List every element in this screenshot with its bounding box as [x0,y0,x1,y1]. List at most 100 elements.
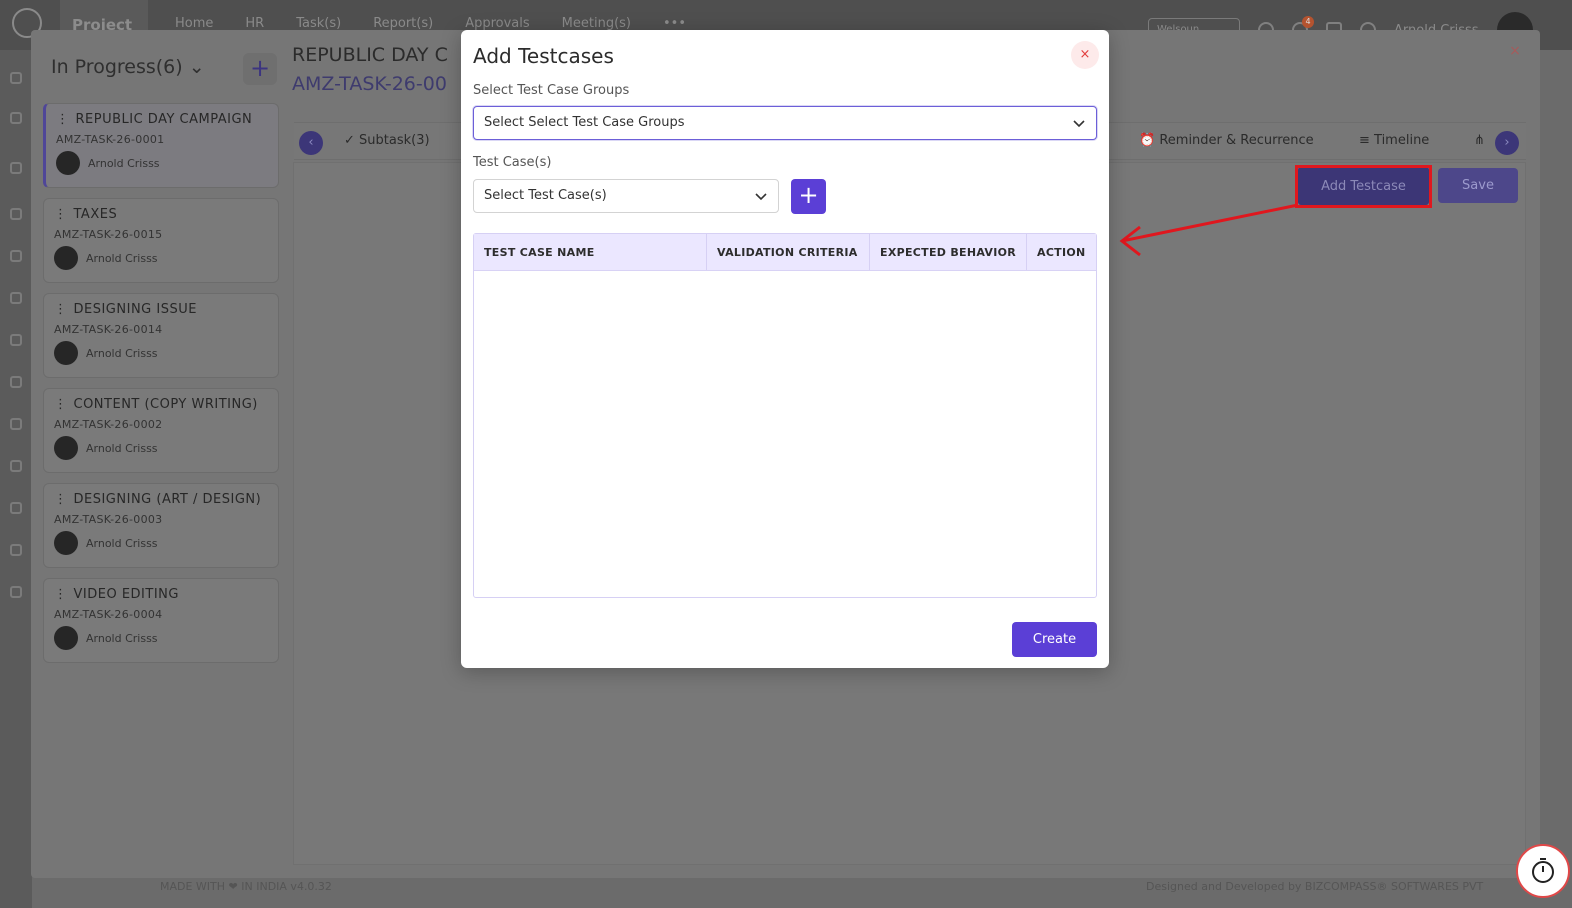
task-title: REPUBLIC DAY C [292,44,448,66]
create-button[interactable]: Create [1012,622,1097,657]
avatar [54,246,78,270]
column-expected-behavior: EXPECTED BEHAVIOR [870,234,1027,270]
avatar [56,151,80,175]
task-card-title: DESIGNING ISSUE [54,302,268,317]
sidebar-icon[interactable] [10,208,22,220]
chevron-down-icon [755,193,767,201]
sidebar-icon[interactable] [10,418,22,430]
task-code: AMZ-TASK-26-00 [292,73,447,95]
test-cases-select[interactable]: Select Test Case(s) [473,179,779,213]
check-circle-icon: ✓ [344,133,360,148]
footer-credits: Designed and Developed by BIZCOMPASS® SO… [1146,880,1484,893]
status-dropdown[interactable]: In Progress(6) ⌄ [51,56,205,78]
timer-button[interactable] [1516,844,1570,898]
task-card-code: AMZ-TASK-26-0003 [54,513,163,526]
tab-reminder-label: Reminder & Recurrence [1159,133,1314,148]
modal-title: Add Testcases [473,44,614,68]
branch-icon[interactable]: ⋔ [1474,133,1485,148]
task-card-assignee: Arnold Crisss [86,631,158,645]
task-card-title: TAXES [54,207,268,222]
task-card-code: AMZ-TASK-26-0001 [56,133,165,146]
column-action: ACTION [1037,246,1086,259]
add-testcases-modal: Add Testcases × Select Test Case Groups … [461,30,1109,668]
nav-reports[interactable]: Report(s) [373,16,433,31]
sidebar-icon[interactable] [10,502,22,514]
task-card-title: CONTENT (COPY WRITING) [54,397,268,412]
top-nav: Home HR Task(s) Report(s) Approvals Meet… [175,16,686,31]
sidebar-icon[interactable] [10,250,22,262]
sidebar-icon[interactable] [10,112,22,124]
sidebar-icon[interactable] [10,544,22,556]
task-card-list: REPUBLIC DAY CAMPAIGN AMZ-TASK-26-0001 A… [43,103,279,673]
tab-timeline[interactable]: ≡ Timeline [1359,133,1429,148]
chevron-down-icon [1073,120,1085,128]
avatar [54,626,78,650]
task-card[interactable]: TAXES AMZ-TASK-26-0015 Arnold Crisss [43,198,279,283]
task-card[interactable]: CONTENT (COPY WRITING) AMZ-TASK-26-0002 … [43,388,279,473]
task-card-code: AMZ-TASK-26-0002 [54,418,163,431]
task-card-title: VIDEO EDITING [54,587,268,602]
tab-reminder[interactable]: ⏰ Reminder & Recurrence [1139,133,1314,148]
task-card-title: DESIGNING (ART / DESIGN) [54,492,268,507]
nav-approvals[interactable]: Approvals [465,16,529,31]
sidebar-icon[interactable] [10,460,22,472]
sidebar-icon[interactable] [10,334,22,346]
column-validation-criteria: VALIDATION CRITERIA [707,234,870,270]
task-card-code: AMZ-TASK-26-0014 [54,323,163,336]
close-icon[interactable]: × [1071,41,1099,69]
add-test-case-button[interactable]: + [791,179,826,214]
status-title: In Progress(6) [51,56,183,78]
annotation-highlight-box [1295,165,1432,208]
panel-close-button[interactable]: × [1508,44,1522,58]
add-task-button[interactable]: + [243,53,277,85]
nav-home[interactable]: Home [175,16,213,31]
footer-made-with: MADE WITH ❤ IN INDIA v4.0.32 [160,880,332,893]
nav-more[interactable]: ••• [663,16,686,31]
alarm-icon: ⏰ [1139,133,1160,148]
sidebar-icon[interactable] [10,292,22,304]
table-header: TEST CASE NAME VALIDATION CRITERIA EXPEC… [474,234,1096,271]
timeline-icon: ≡ [1359,133,1375,148]
save-button[interactable]: Save [1438,168,1518,203]
test-cases-label: Test Case(s) [473,155,552,170]
avatar [54,531,78,555]
test-case-groups-select[interactable]: Select Select Test Case Groups [473,106,1097,140]
task-card[interactable]: VIDEO EDITING AMZ-TASK-26-0004 Arnold Cr… [43,578,279,663]
nav-meetings[interactable]: Meeting(s) [562,16,631,31]
sidebar-icon[interactable] [10,162,22,174]
chevron-left-icon[interactable]: ‹ [299,131,323,155]
task-card-assignee: Arnold Crisss [88,156,160,170]
test-case-groups-value: Select Select Test Case Groups [484,115,685,130]
nav-tasks[interactable]: Task(s) [296,16,341,31]
app-footer: MADE WITH ❤ IN INDIA v4.0.32 Designed an… [148,876,1572,908]
tab-subtask-label: Subtask(3) [359,133,430,148]
chevron-right-icon[interactable]: › [1495,131,1519,155]
task-card-title: REPUBLIC DAY CAMPAIGN [56,112,268,127]
task-card-assignee: Arnold Crisss [86,441,158,455]
sidebar-icon[interactable] [10,376,22,388]
left-sidebar [0,50,32,908]
avatar [54,436,78,460]
sidebar-icon[interactable] [10,586,22,598]
test-case-groups-label: Select Test Case Groups [473,83,630,98]
task-card-assignee: Arnold Crisss [86,251,158,265]
avatar [54,341,78,365]
task-card[interactable]: DESIGNING (ART / DESIGN) AMZ-TASK-26-000… [43,483,279,568]
test-cases-value: Select Test Case(s) [484,188,607,203]
task-card-code: AMZ-TASK-26-0004 [54,608,163,621]
nav-hr[interactable]: HR [245,16,264,31]
task-card[interactable]: DESIGNING ISSUE AMZ-TASK-26-0014 Arnold … [43,293,279,378]
task-card-assignee: Arnold Crisss [86,536,158,550]
stopwatch-icon [1532,858,1554,883]
annotation-arrow-icon [1119,203,1299,257]
tab-subtask[interactable]: ✓ Subtask(3) [344,133,430,148]
task-card[interactable]: REPUBLIC DAY CAMPAIGN AMZ-TASK-26-0001 A… [43,103,279,188]
tab-timeline-label: Timeline [1374,133,1430,148]
task-card-assignee: Arnold Crisss [86,346,158,360]
column-test-case-name: TEST CASE NAME [474,234,707,270]
notification-badge: 4 [1302,16,1314,28]
chevron-down-icon: ⌄ [188,56,205,78]
task-card-code: AMZ-TASK-26-0015 [54,228,163,241]
sidebar-icon[interactable] [10,72,22,84]
testcase-table: TEST CASE NAME VALIDATION CRITERIA EXPEC… [473,233,1097,598]
